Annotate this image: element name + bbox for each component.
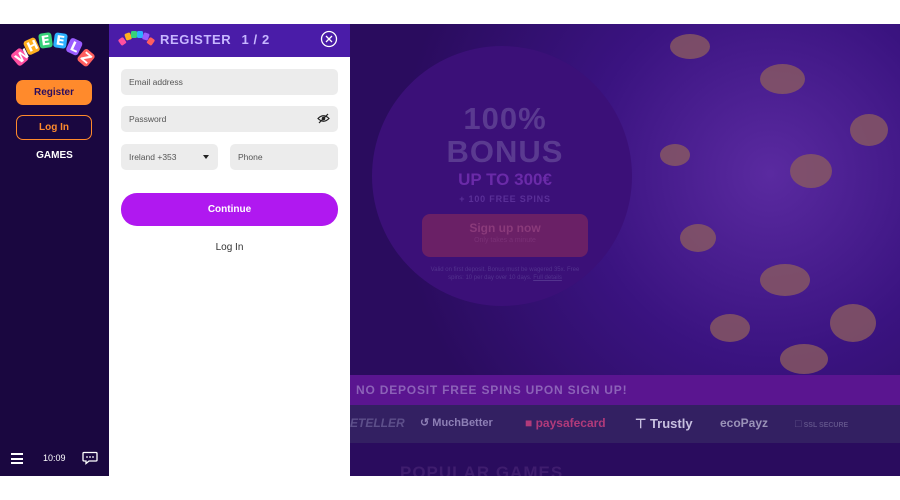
email-placeholder: Email address xyxy=(129,77,183,87)
sidebar-footer: 10:09 xyxy=(0,450,109,468)
promo-banner: NO DEPOSIT FREE SPINS UPON SIGN UP! xyxy=(350,375,900,405)
password-placeholder: Password xyxy=(129,114,167,124)
password-field[interactable]: Password xyxy=(121,106,338,132)
register-panel: REGISTER 1 / 2 Email address Password Ir… xyxy=(109,24,350,476)
country-code-value: Ireland +353 xyxy=(129,152,177,162)
payment-label: ecoPayz xyxy=(720,416,769,430)
phone-placeholder: Phone xyxy=(238,152,263,162)
promo-hero: 100% BONUS UP TO 300€ + 100 FREE SPINS S… xyxy=(350,24,900,375)
promo-free-spins: + 100 FREE SPINS xyxy=(459,194,551,204)
promo-bonus: BONUS xyxy=(446,134,564,169)
ssl-badge: □ SSL SECURE xyxy=(795,418,848,430)
payment-methods: ETELLER ↺ MuchBetter ■ paysafecard ⊤ Tru… xyxy=(350,405,900,443)
login-button[interactable]: Log In xyxy=(16,115,92,140)
register-button[interactable]: Register xyxy=(16,80,92,105)
payment-label: paysafecard xyxy=(535,416,606,430)
sign-up-button[interactable]: Sign up now Only takes a minute xyxy=(422,214,588,257)
payment-label: Trustly xyxy=(649,416,693,431)
ssl-label: SSL SECURE xyxy=(803,422,849,429)
payment-label: MuchBetter xyxy=(432,417,493,429)
continue-button[interactable]: Continue xyxy=(121,193,338,226)
trustly-icon: ⊤ xyxy=(635,416,647,431)
clock: 10:09 xyxy=(43,453,66,463)
eye-off-icon[interactable] xyxy=(317,113,330,124)
promo-amount: UP TO 300€ xyxy=(458,170,552,189)
payment-trustly: ⊤ Trustly xyxy=(635,416,693,432)
popular-games-section: POPULAR GAMES xyxy=(350,443,900,476)
banner-text: NO DEPOSIT FREE SPINS UPON SIGN UP! xyxy=(356,383,628,397)
shield-icon: □ xyxy=(795,418,802,430)
panel-login-link[interactable]: Log In xyxy=(109,242,350,253)
close-icon[interactable] xyxy=(320,30,338,48)
sign-up-label: Sign up now xyxy=(469,221,541,235)
register-title: REGISTER 1 / 2 xyxy=(160,32,270,47)
svg-text:Z: Z xyxy=(77,50,94,68)
chat-icon[interactable] xyxy=(82,451,98,465)
popular-games-heading: POPULAR GAMES xyxy=(400,463,564,476)
payment-label: ETELLER xyxy=(350,416,405,430)
app-frame: 100% BONUS UP TO 300€ + 100 FREE SPINS S… xyxy=(0,24,900,476)
chevron-down-icon xyxy=(203,155,209,159)
register-step: 1 / 2 xyxy=(241,32,270,47)
email-field[interactable]: Email address xyxy=(121,69,338,95)
country-code-select[interactable]: Ireland +353 xyxy=(121,144,218,170)
promo-percent: 100% xyxy=(463,101,547,136)
games-nav-link[interactable]: GAMES xyxy=(0,150,109,161)
sidebar: W H E E L Z Register Log In GAMES 10:09 xyxy=(0,24,109,476)
register-title-text: REGISTER xyxy=(160,32,232,47)
lock-icon: ■ xyxy=(525,416,533,430)
wheelz-mini-logo xyxy=(118,31,155,46)
full-details-link[interactable]: Full details xyxy=(533,275,562,281)
muchbetter-icon: ↺ xyxy=(420,417,430,429)
sign-up-sublabel: Only takes a minute xyxy=(474,237,536,244)
menu-icon[interactable] xyxy=(11,453,23,464)
wheelz-logo[interactable]: W H E E L Z xyxy=(10,30,98,70)
register-header: REGISTER 1 / 2 xyxy=(109,24,350,57)
promo-terms: Valid on first deposit. Bonus must be wa… xyxy=(425,266,585,282)
payment-ecopayz: ecoPayz xyxy=(720,416,768,430)
payment-neteller: ETELLER xyxy=(350,416,405,430)
payment-paysafecard: ■ paysafecard xyxy=(525,416,606,430)
phone-field[interactable]: Phone xyxy=(230,144,338,170)
payment-muchbetter: ↺ MuchBetter xyxy=(420,416,493,429)
